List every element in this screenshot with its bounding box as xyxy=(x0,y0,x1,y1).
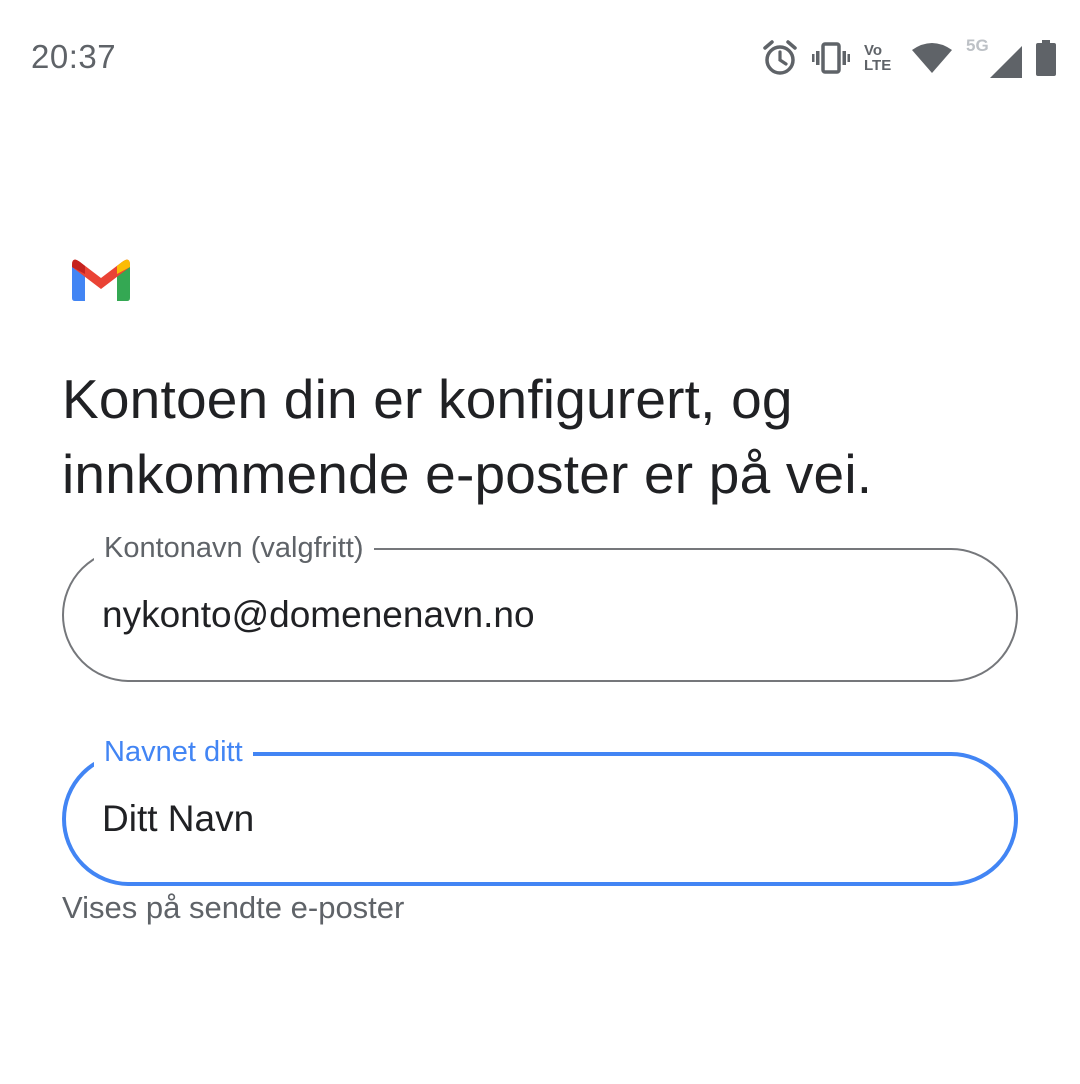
5g-signal-icon: 5G xyxy=(966,36,1022,78)
status-bar: 20:37 Vo LTE 5G xyxy=(0,0,1080,116)
your-name-input[interactable]: Ditt Navn xyxy=(102,756,254,882)
wifi-icon xyxy=(912,42,952,74)
volte-icon: Vo LTE xyxy=(864,43,898,73)
your-name-helper-text: Vises på sendte e-poster xyxy=(62,890,405,925)
status-icons: Vo LTE 5G xyxy=(762,36,1056,80)
network-label: 5G xyxy=(966,36,989,55)
page-title: Kontoen din er konfigurert, og innkommen… xyxy=(62,368,873,505)
your-name-field[interactable]: Navnet ditt Ditt Navn xyxy=(62,734,1018,886)
battery-icon xyxy=(1036,40,1056,76)
account-name-input[interactable]: nykonto@domenenavn.no xyxy=(102,550,535,680)
volte-top-label: Vo xyxy=(864,42,883,59)
vibrate-icon xyxy=(812,42,850,74)
gmail-logo xyxy=(72,258,130,302)
volte-bottom-label: LTE xyxy=(864,57,892,74)
alarm-icon xyxy=(762,39,798,77)
account-name-field[interactable]: Kontonavn (valgfritt) nykonto@domenenavn… xyxy=(62,530,1018,682)
status-time: 20:37 xyxy=(31,38,117,75)
